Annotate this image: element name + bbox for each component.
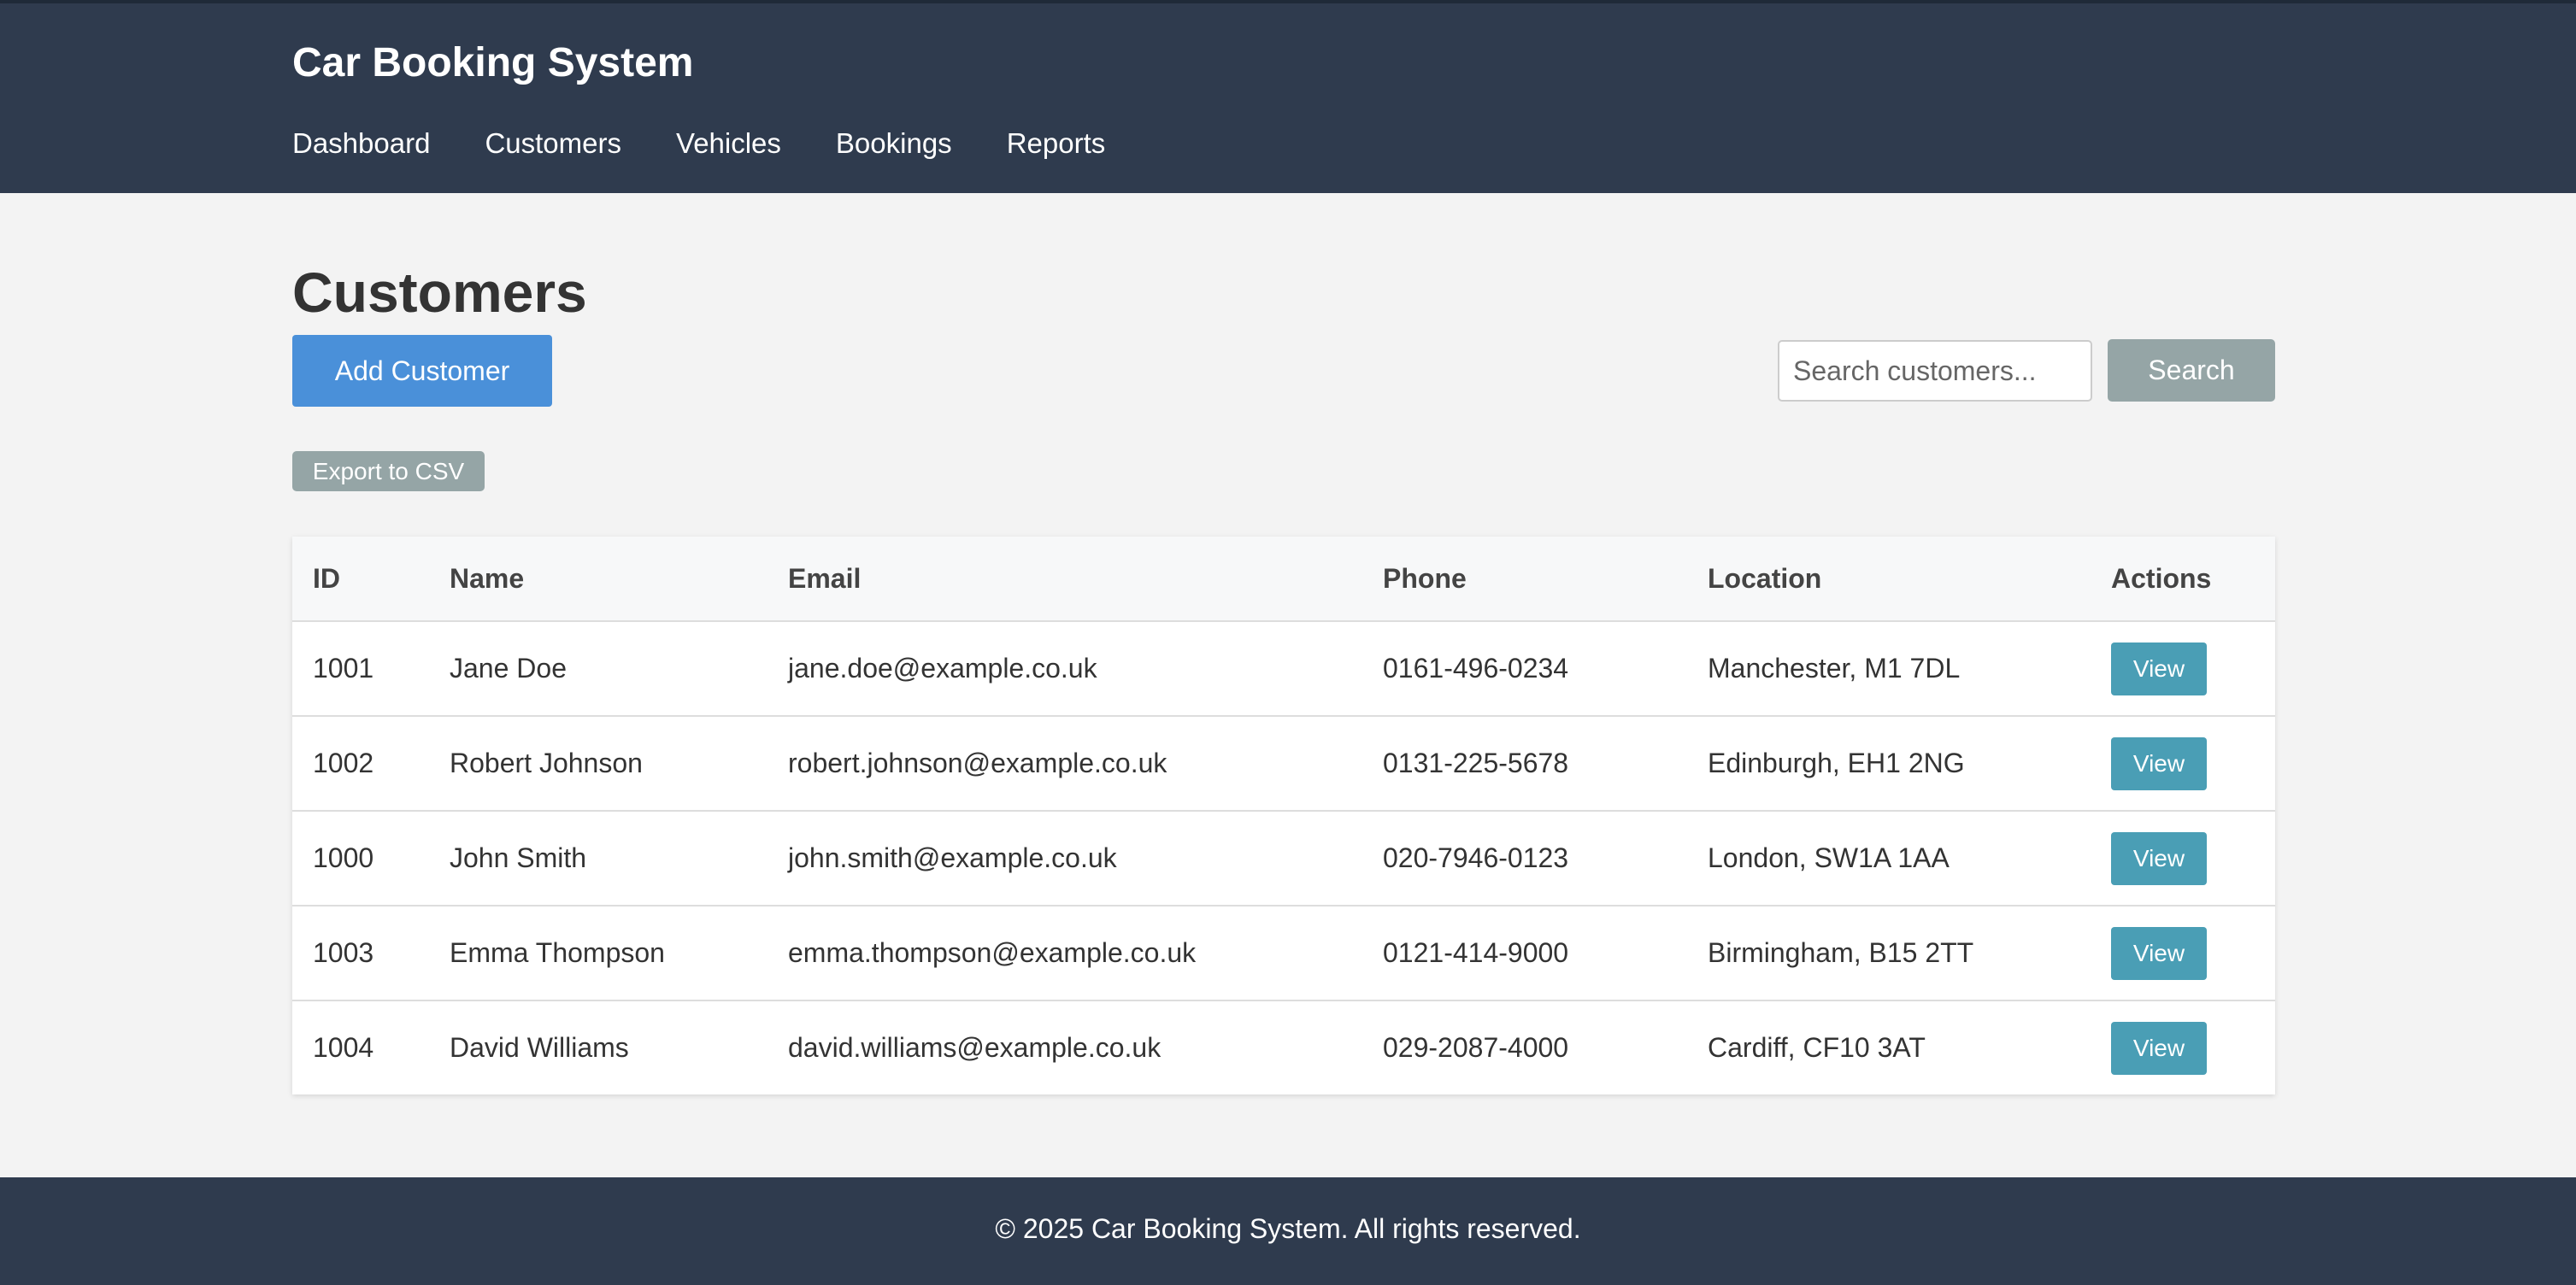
column-header-name: Name [429, 537, 768, 622]
view-button[interactable]: View [2111, 926, 2207, 980]
cell-location: London, SW1A 1AA [1687, 811, 2091, 907]
view-button[interactable]: View [2111, 1021, 2207, 1075]
column-header-location: Location [1687, 537, 2091, 622]
cell-email: john.smith@example.co.uk [768, 811, 1362, 907]
view-button[interactable]: View [2111, 642, 2207, 695]
main-nav: Dashboard Customers Vehicles Bookings Re… [292, 126, 1160, 161]
page-title: Customers [292, 261, 587, 324]
cell-name: David Williams [450, 1032, 629, 1063]
table-header-row: ID Name Email Phone Location Actions [292, 537, 2275, 622]
cell-id: 1004 [313, 1032, 374, 1063]
copyright-text: © 2025 Car Booking System. All rights re… [995, 1213, 1581, 1244]
view-button[interactable]: View [2111, 831, 2207, 885]
table-row: 1000 John Smith john.smith@example.co.uk… [292, 811, 2275, 907]
cell-location: Manchester, M1 7DL [1687, 621, 2091, 717]
cell-phone: 0161-496-0234 [1362, 621, 1687, 717]
export-csv-button[interactable]: Export to CSV [292, 451, 485, 491]
cell-phone: 0131-225-5678 [1362, 716, 1687, 812]
cell-location: Edinburgh, EH1 2NG [1687, 716, 2091, 812]
cell-email: jane.doe@example.co.uk [768, 621, 1362, 717]
app-header: Car Booking System Dashboard Customers V… [0, 3, 2576, 193]
cell-location: Birmingham, B15 2TT [1687, 906, 2091, 1001]
cell-phone: 029-2087-4000 [1383, 1032, 1569, 1063]
customers-table: ID Name Email Phone Location Actions 100… [292, 537, 2275, 1094]
cell-name: Emma Thompson [429, 906, 768, 1001]
table-row: 1004 David Williams david.williams@examp… [292, 1000, 2275, 1094]
nav-reports[interactable]: Reports [1007, 126, 1106, 161]
app-footer: © 2025 Car Booking System. All rights re… [0, 1177, 2576, 1285]
table-row: 1001 Jane Doe jane.doe@example.co.uk 016… [292, 621, 2275, 717]
cell-actions: View [2091, 1000, 2275, 1094]
cell-phone: 020-7946-0123 [1362, 811, 1687, 907]
nav-customers[interactable]: Customers [485, 126, 621, 161]
cell-location: Cardiff, CF10 3AT [1708, 1032, 1926, 1063]
nav-vehicles[interactable]: Vehicles [676, 126, 781, 161]
column-header-email: Email [768, 537, 1362, 622]
cell-id: 1001 [292, 621, 429, 717]
column-header-phone: Phone [1362, 537, 1687, 622]
column-header-actions: Actions [2091, 537, 2275, 622]
cell-id: 1003 [292, 906, 429, 1001]
cell-actions: View [2091, 906, 2275, 1001]
app-title: Car Booking System [292, 40, 694, 85]
table-row: 1002 Robert Johnson robert.johnson@examp… [292, 716, 2275, 812]
cell-id: 1002 [292, 716, 429, 812]
nav-dashboard[interactable]: Dashboard [292, 126, 430, 161]
add-customer-button[interactable]: Add Customer [292, 335, 552, 407]
nav-bookings[interactable]: Bookings [836, 126, 952, 161]
cell-actions: View [2091, 716, 2275, 812]
view-button[interactable]: View [2111, 736, 2207, 790]
cell-email: robert.johnson@example.co.uk [768, 716, 1362, 812]
search-input[interactable] [1778, 340, 2092, 402]
cell-email: david.williams@example.co.uk [788, 1032, 1162, 1063]
table-row: 1003 Emma Thompson emma.thompson@example… [292, 906, 2275, 1001]
cell-name: Robert Johnson [429, 716, 768, 812]
cell-id: 1000 [292, 811, 429, 907]
cell-name: Jane Doe [429, 621, 768, 717]
cell-email: emma.thompson@example.co.uk [768, 906, 1362, 1001]
column-header-id: ID [292, 537, 429, 622]
cell-phone: 0121-414-9000 [1362, 906, 1687, 1001]
customers-table-container: ID Name Email Phone Location Actions 100… [292, 537, 2275, 1094]
cell-name: John Smith [429, 811, 768, 907]
search-button[interactable]: Search [2108, 339, 2275, 402]
cell-actions: View [2091, 811, 2275, 907]
cell-actions: View [2091, 621, 2275, 717]
